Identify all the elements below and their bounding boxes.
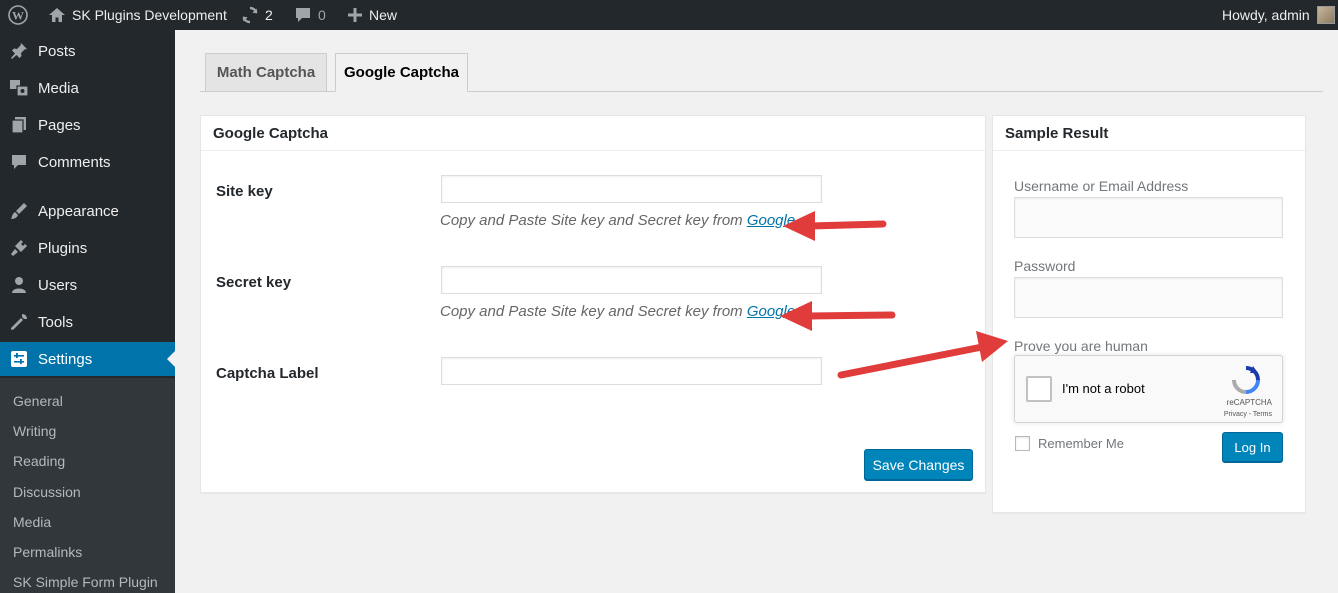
pages-icon: [0, 116, 38, 134]
submenu-item-general[interactable]: General: [13, 390, 63, 412]
remember-me-label: Remember Me: [1038, 436, 1124, 451]
appearance-icon: [0, 202, 38, 220]
submenu-item-permalinks[interactable]: Permalinks: [13, 541, 82, 563]
tools-icon: [0, 313, 38, 331]
comments-icon: [0, 153, 38, 171]
updates-count: 2: [265, 7, 273, 23]
menu-item-tools[interactable]: Tools: [0, 305, 175, 339]
site-name: SK Plugins Development: [72, 7, 227, 23]
comment-bubble-icon: [294, 6, 312, 24]
secret-key-label: Secret key: [216, 274, 292, 291]
recaptcha-terms[interactable]: Privacy - Terms: [1224, 411, 1272, 418]
svg-text:W: W: [12, 9, 24, 23]
howdy-text: Howdy, admin: [1222, 7, 1310, 23]
admin-sidebar: Posts Media Pages Comments Appearance Pl…: [0, 30, 175, 593]
site-key-input[interactable]: [441, 175, 822, 203]
site-name-link[interactable]: SK Plugins Development: [48, 0, 227, 30]
menu-item-comments[interactable]: Comments: [0, 145, 175, 179]
username-label: Username or Email Address: [1014, 178, 1189, 194]
password-input[interactable]: [1014, 277, 1283, 318]
submenu-item-discussion[interactable]: Discussion: [13, 481, 81, 503]
updates-link[interactable]: 2: [241, 0, 273, 30]
users-icon: [0, 276, 38, 294]
menu-item-label: Posts: [38, 42, 76, 60]
site-key-description: Copy and Paste Site key and Secret key f…: [440, 212, 795, 229]
password-label: Password: [1014, 258, 1076, 274]
menu-item-posts[interactable]: Posts: [0, 34, 175, 68]
submenu-item-writing[interactable]: Writing: [13, 420, 56, 442]
panel-title: Google Captcha: [201, 116, 985, 151]
recaptcha-brand: reCAPTCHA: [1226, 398, 1272, 407]
captcha-label-input[interactable]: [441, 357, 822, 385]
tab-google-captcha[interactable]: Google Captcha: [335, 53, 468, 92]
wordpress-logo-icon[interactable]: W: [8, 0, 28, 30]
save-changes-button[interactable]: Save Changes: [864, 449, 973, 480]
remember-me-checkbox[interactable]: [1015, 436, 1030, 451]
submenu-item-reading[interactable]: Reading: [13, 450, 65, 472]
menu-item-users[interactable]: Users: [0, 268, 175, 302]
pin-icon: [0, 42, 38, 60]
menu-item-appearance[interactable]: Appearance: [0, 194, 175, 228]
menu-item-label: Plugins: [38, 239, 88, 257]
google-link[interactable]: Google: [747, 212, 795, 229]
admin-bar: W SK Plugins Development 2 0 New Howdy, …: [0, 0, 1338, 30]
comments-link[interactable]: 0: [294, 0, 326, 30]
menu-item-label: Media: [38, 79, 79, 97]
secret-key-description: Copy and Paste Site key and Secret key f…: [440, 303, 795, 320]
menu-item-pages[interactable]: Pages: [0, 108, 175, 142]
captcha-prompt-label: Prove you are human: [1014, 338, 1148, 354]
menu-item-plugins[interactable]: Plugins: [0, 231, 175, 265]
account-menu[interactable]: Howdy, admin: [1222, 0, 1335, 30]
settings-icon: [0, 350, 38, 368]
menu-item-media[interactable]: Media: [0, 71, 175, 105]
menu-item-label: Users: [38, 276, 78, 294]
menu-item-label: Tools: [38, 313, 74, 331]
submenu-item-media[interactable]: Media: [13, 511, 51, 533]
plus-icon: [347, 7, 363, 23]
recaptcha-text: I'm not a robot: [1062, 381, 1145, 396]
submenu-item-sk-simple-form[interactable]: SK Simple Form Plugin: [13, 571, 158, 593]
description-text: Copy and Paste Site key and Secret key f…: [440, 303, 747, 320]
site-key-label: Site key: [216, 183, 273, 200]
google-link[interactable]: Google: [747, 303, 795, 320]
comments-count: 0: [318, 7, 326, 23]
home-icon: [48, 7, 66, 23]
updates-icon: [241, 6, 259, 24]
plugins-icon: [0, 239, 38, 257]
panel-title: Sample Result: [993, 116, 1305, 151]
avatar: [1316, 6, 1335, 24]
new-label: New: [369, 7, 398, 23]
tab-math-captcha[interactable]: Math Captcha: [205, 53, 327, 92]
settings-submenu: General Writing Reading Discussion Media…: [0, 378, 175, 593]
menu-item-label: Pages: [38, 116, 81, 134]
menu-item-label: Comments: [38, 153, 111, 171]
login-button[interactable]: Log In: [1222, 432, 1283, 462]
description-text: Copy and Paste Site key and Secret key f…: [440, 212, 747, 229]
recaptcha-checkbox[interactable]: [1026, 376, 1052, 402]
username-input[interactable]: [1014, 197, 1283, 238]
menu-item-label: Settings: [38, 350, 93, 368]
media-icon: [0, 79, 38, 97]
recaptcha-logo-icon: [1231, 365, 1261, 400]
menu-item-label: Appearance: [38, 202, 119, 220]
new-content-link[interactable]: New: [347, 0, 397, 30]
captcha-label-label: Captcha Label: [216, 365, 319, 382]
secret-key-input[interactable]: [441, 266, 822, 294]
recaptcha-widget: I'm not a robot reCAPTCHA Privacy - Term…: [1014, 355, 1283, 423]
menu-item-settings[interactable]: Settings: [0, 342, 175, 376]
